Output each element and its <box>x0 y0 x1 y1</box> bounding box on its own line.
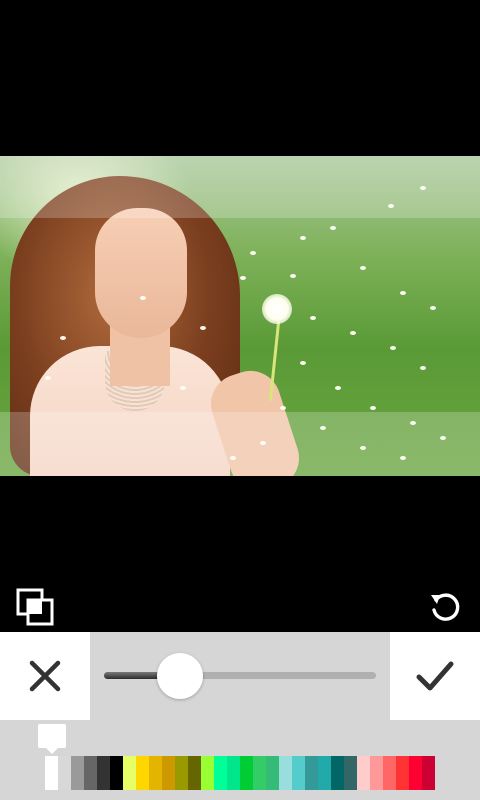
seed-particle <box>300 236 306 240</box>
color-palette <box>0 720 480 800</box>
color-swatch[interactable] <box>383 756 396 790</box>
color-swatch[interactable] <box>162 756 175 790</box>
color-swatch[interactable] <box>97 756 110 790</box>
photo-canvas <box>0 156 480 476</box>
seed-particle <box>280 406 286 410</box>
color-swatch[interactable] <box>253 756 266 790</box>
color-swatch[interactable] <box>318 756 331 790</box>
seed-particle <box>440 436 446 440</box>
seed-particle <box>390 346 396 350</box>
seed-particle <box>410 421 416 425</box>
seed-particle <box>310 316 316 320</box>
color-swatch[interactable] <box>240 756 253 790</box>
seed-particle <box>400 456 406 460</box>
seed-particle <box>420 186 426 190</box>
color-swatch[interactable] <box>58 756 71 790</box>
confirm-button[interactable] <box>390 632 480 720</box>
compare-layers-icon[interactable] <box>16 588 54 626</box>
color-swatch[interactable] <box>123 756 136 790</box>
color-swatch[interactable] <box>84 756 97 790</box>
color-swatch[interactable] <box>266 756 279 790</box>
seed-particle <box>250 251 256 255</box>
color-swatch[interactable] <box>188 756 201 790</box>
color-swatch[interactable] <box>292 756 305 790</box>
dandelion-head <box>262 294 292 324</box>
seed-particle <box>360 266 366 270</box>
seed-particle <box>140 296 146 300</box>
color-swatch[interactable] <box>136 756 149 790</box>
slider-thumb[interactable] <box>157 653 204 699</box>
seed-particle <box>200 326 206 330</box>
color-swatch[interactable] <box>409 756 422 790</box>
close-icon <box>29 660 61 692</box>
seed-particle <box>430 306 436 310</box>
seed-particle <box>240 276 246 280</box>
seed-particle <box>360 446 366 450</box>
seed-particle <box>60 336 66 340</box>
top-blur-band <box>0 156 480 218</box>
color-swatch[interactable] <box>279 756 292 790</box>
intensity-slider[interactable] <box>104 632 376 720</box>
checkmark-icon <box>416 661 454 691</box>
seed-particle <box>320 426 326 430</box>
seed-particle <box>370 406 376 410</box>
seed-particle <box>230 456 236 460</box>
color-swatch[interactable] <box>110 756 123 790</box>
color-swatches <box>45 756 435 790</box>
color-swatch[interactable] <box>149 756 162 790</box>
subject-face <box>95 208 187 338</box>
color-swatch[interactable] <box>305 756 318 790</box>
color-swatch[interactable] <box>214 756 227 790</box>
seed-particle <box>300 361 306 365</box>
color-swatch[interactable] <box>396 756 409 790</box>
bottom-blur-band <box>0 412 480 476</box>
seed-particle <box>260 441 266 445</box>
seed-particle <box>420 366 426 370</box>
seed-particle <box>335 386 341 390</box>
seed-particle <box>400 291 406 295</box>
color-swatch[interactable] <box>201 756 214 790</box>
color-swatch[interactable] <box>71 756 84 790</box>
color-swatch[interactable] <box>175 756 188 790</box>
cancel-button[interactable] <box>0 632 90 720</box>
seed-particle <box>388 204 394 208</box>
seed-particle <box>180 386 186 390</box>
color-swatch[interactable] <box>45 756 58 790</box>
adjustment-bar <box>0 632 480 720</box>
color-swatch[interactable] <box>357 756 370 790</box>
seed-particle <box>290 274 296 278</box>
selected-color-pointer <box>38 724 66 754</box>
color-swatch[interactable] <box>344 756 357 790</box>
seed-particle <box>45 376 51 380</box>
color-swatch[interactable] <box>370 756 383 790</box>
seed-particle <box>330 226 336 230</box>
color-swatch[interactable] <box>422 756 435 790</box>
color-swatch[interactable] <box>227 756 240 790</box>
rotate-reset-icon[interactable] <box>428 590 462 624</box>
seed-particle <box>350 331 356 335</box>
color-swatch[interactable] <box>331 756 344 790</box>
